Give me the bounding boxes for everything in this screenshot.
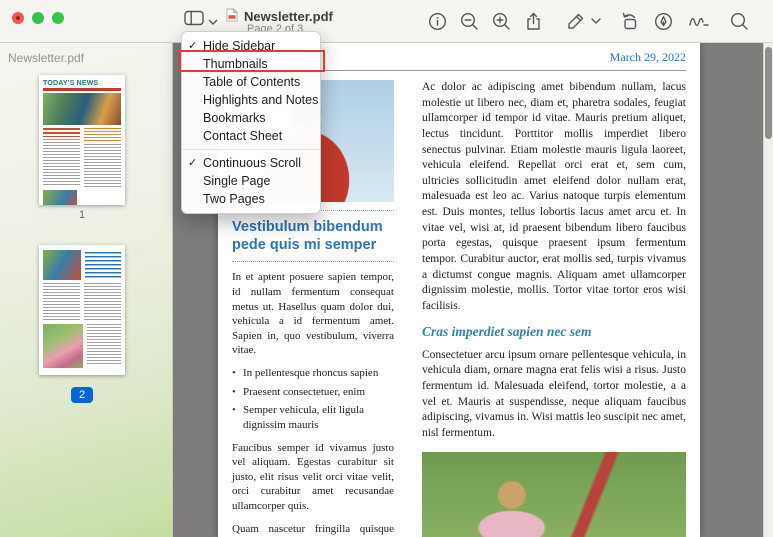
zoom-button[interactable] (52, 12, 64, 24)
sidebar-view-menu: ✓ Hide Sidebar Thumbnails Table of Conte… (181, 31, 321, 214)
bullet-list: In pellentesque rhoncus sapien Praesent … (232, 366, 394, 433)
sidebar-filename: Newsletter.pdf (8, 51, 84, 65)
menu-item-table-of-contents[interactable]: Table of Contents (182, 73, 320, 91)
paragraph: Ac dolor ac adipiscing amet bibendum nul… (422, 80, 686, 314)
thumbnail-accent-lines (84, 128, 121, 142)
thumbnail-photo-girl (43, 324, 83, 368)
page-thumbnail-1[interactable]: TODAY'S NEWS (39, 75, 125, 205)
menu-item-two-pages[interactable]: Two Pages (182, 190, 320, 208)
thumbnail-text-lines (84, 144, 121, 187)
right-column: Ac dolor ac adipiscing amet bibendum nul… (422, 80, 686, 537)
scrollbar-track[interactable] (763, 43, 773, 537)
bullet-item: In pellentesque rhoncus sapien (232, 366, 394, 381)
menu-item-highlights-and-notes[interactable]: Highlights and Notes (182, 91, 320, 109)
menu-item-bookmarks[interactable]: Bookmarks (182, 109, 320, 127)
thumbnail-text-lines (43, 139, 80, 187)
minimize-button[interactable] (32, 12, 44, 24)
thumbnail-photo (43, 250, 81, 280)
menu-item-continuous-scroll[interactable]: ✓ Continuous Scroll (182, 154, 320, 172)
toolbar-icons (424, 9, 767, 33)
rotate-icon[interactable] (616, 9, 642, 33)
article-heading: Vestibulum bibendum pede quis mi semper (232, 210, 394, 262)
menu-separator (182, 149, 320, 150)
thumbnail-red-bar (43, 88, 121, 91)
paragraph: Faucibus semper id vivamus justo vel ali… (232, 441, 394, 514)
close-button[interactable] (12, 12, 24, 24)
bullet-item: Praesent consectetuer, enim (232, 385, 394, 400)
thumbnail-sidebar: Newsletter.pdf TODAY'S NEWS 1 (0, 43, 173, 537)
paragraph: Quam nascetur fringilla quisque adipisci… (232, 522, 394, 537)
scrollbar-thumb[interactable] (765, 47, 772, 139)
zoom-in-icon[interactable] (488, 9, 514, 33)
paragraph: In et aptent posuere sapien tempor, id n… (232, 270, 394, 358)
thumbnail-headline-lines (43, 128, 80, 137)
thumbnail-text-lines (87, 324, 121, 366)
thumbnail-newsletter-title: TODAY'S NEWS (43, 80, 121, 87)
thumbnail-heading-lines (85, 252, 121, 278)
menu-item-single-page[interactable]: Single Page (182, 172, 320, 190)
zoom-out-icon[interactable] (456, 9, 482, 33)
page-number-label-1: 1 (39, 209, 125, 221)
signature-icon[interactable] (686, 9, 712, 33)
photo-girl-playground (422, 452, 686, 537)
share-icon[interactable] (520, 9, 546, 33)
traffic-lights (12, 12, 64, 24)
sidebar-view-menu-button[interactable] (184, 10, 218, 31)
markup-chevron-icon[interactable] (590, 9, 602, 33)
page-thumbnail-2[interactable] (39, 245, 125, 375)
window-toolbar: Newsletter.pdf Page 2 of 3 (0, 0, 773, 43)
checkmark-icon: ✓ (188, 154, 197, 172)
markup-icon[interactable] (562, 9, 588, 33)
thumbnail-photo-small (43, 190, 77, 205)
page-number-badge-selected: 2 (71, 387, 93, 403)
annotate-icon[interactable] (650, 9, 676, 33)
pdf-proxy-icon (226, 8, 238, 25)
sidebar-icon (184, 10, 204, 31)
window-title-text: Newsletter.pdf (244, 9, 333, 24)
paragraph: Consectetuer arcu ipsum ornare pellentes… (422, 348, 686, 442)
thumbnail-text-lines (84, 283, 121, 321)
info-icon[interactable] (424, 9, 450, 33)
menu-item-thumbnails[interactable]: Thumbnails (182, 55, 320, 73)
bullet-item: Semper vehicula, elit ligula dignissim m… (232, 403, 394, 432)
article-subheading: Cras imperdiet sapien nec sem (422, 323, 686, 341)
menu-item-contact-sheet[interactable]: Contact Sheet (182, 127, 320, 145)
search-icon[interactable] (726, 9, 752, 33)
thumbnail-text-lines (43, 283, 80, 321)
chevron-down-icon (208, 12, 218, 30)
menu-item-hide-sidebar[interactable]: ✓ Hide Sidebar (182, 37, 320, 55)
checkmark-icon: ✓ (188, 37, 197, 55)
thumbnail-photo (43, 93, 121, 125)
document-date: March 29, 2022 (610, 50, 686, 65)
